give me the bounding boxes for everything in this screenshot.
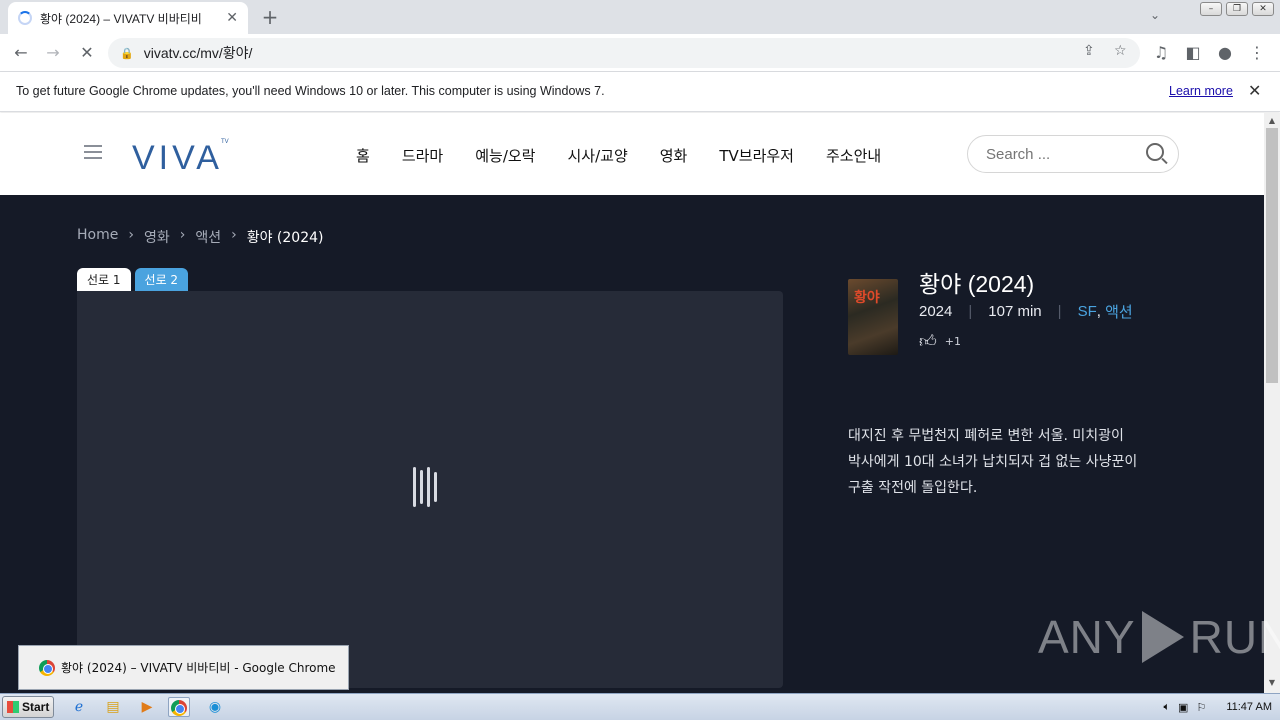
share-icon[interactable]: ⇪	[1083, 43, 1095, 59]
search-input[interactable]	[986, 145, 1136, 163]
network-icon[interactable]: ▣	[1178, 701, 1188, 714]
close-tab-icon[interactable]: ✕	[226, 10, 238, 26]
windows-taskbar: Start ℯ ▤ ▶ ◉ 🔈︎ ▣ ⚐ 11:47 AM	[0, 693, 1280, 720]
nav-item-current-affairs[interactable]: 시사/교양	[567, 145, 627, 166]
nav-item-home[interactable]: 홈	[356, 145, 370, 166]
lock-icon[interactable]: 🔒	[120, 47, 134, 60]
menu-dots-icon[interactable]: ⋮	[1246, 42, 1268, 64]
movie-meta: 2024 | 107 min | SF, 액션	[919, 301, 1133, 322]
start-button[interactable]: Start	[2, 696, 54, 718]
tab-search-chevron-icon[interactable]: ⌄	[1150, 8, 1160, 22]
loading-spinner-icon	[18, 11, 32, 25]
profile-avatar-icon[interactable]: ●	[1214, 42, 1236, 64]
breadcrumb-separator-icon: ›	[179, 227, 186, 243]
scrollbar-thumb[interactable]	[1266, 128, 1278, 383]
movie-poster: 황야	[848, 279, 898, 355]
source-tabs: 선로 1 선로 2	[77, 268, 189, 292]
tab-strip: 황야 (2024) – VIVATV 비바티비 ✕ + ⌄ – ❐ ✕	[0, 0, 1280, 34]
preview-title: 황야 (2024) – VIVATV 비바티비 - Google Chrome	[61, 661, 336, 675]
hamburger-menu-icon[interactable]	[84, 145, 102, 163]
bookmark-star-icon[interactable]: ☆	[1114, 43, 1127, 59]
like-count: +1	[944, 335, 961, 348]
meta-divider: |	[968, 303, 973, 320]
movie-year: 2024	[919, 303, 953, 320]
source-tab-1[interactable]: 선로 1	[77, 268, 131, 292]
genre-link-action[interactable]: 액션	[1105, 301, 1133, 322]
browser-tab[interactable]: 황야 (2024) – VIVATV 비바티비 ✕	[8, 2, 248, 34]
learn-more-link[interactable]: Learn more	[1169, 84, 1233, 98]
play-triangle-icon	[1141, 611, 1184, 663]
windows-logo-icon	[7, 701, 19, 713]
stop-loading-icon[interactable]: ✕	[76, 42, 98, 64]
anyrun-watermark: ANY RUN	[1038, 611, 1280, 663]
edge-icon[interactable]: ◉	[204, 697, 226, 717]
address-bar[interactable]: 🔒 vivatv.cc/mv/황야/ ⇪ ☆	[108, 38, 1140, 68]
scroll-up-arrow-icon[interactable]: ▲	[1266, 116, 1278, 128]
meta-divider: |	[1057, 303, 1062, 320]
movie-title: 황야 (2024)	[919, 271, 1035, 297]
scroll-down-arrow-icon[interactable]: ▼	[1266, 678, 1278, 690]
player-loading-icon	[413, 467, 437, 507]
ie-icon[interactable]: ℯ	[68, 697, 90, 717]
breadcrumb-home[interactable]: Home	[77, 227, 118, 247]
volume-icon[interactable]: 🔈︎	[1163, 701, 1170, 714]
nav-item-entertainment[interactable]: 예능/오락	[475, 145, 535, 166]
breadcrumb-separator-icon: ›	[231, 227, 237, 243]
chrome-taskbar-icon[interactable]	[168, 697, 190, 717]
movie-runtime: 107 min	[988, 303, 1042, 320]
forward-arrow-icon[interactable]: →	[42, 42, 64, 64]
chrome-icon	[39, 659, 55, 676]
window-controls: – ❐ ✕	[1200, 2, 1274, 16]
side-panel-icon[interactable]: ◧	[1182, 42, 1204, 64]
taskbar-window-preview[interactable]: 황야 (2024) – VIVATV 비바티비 - Google Chrome	[18, 645, 349, 690]
nav-item-movies[interactable]: 영화	[660, 145, 688, 166]
genre-link-sf[interactable]: SF	[1078, 303, 1097, 320]
url-text: vivatv.cc/mv/황야/	[143, 45, 253, 61]
minimize-button[interactable]: –	[1200, 2, 1222, 16]
source-tab-2[interactable]: 선로 2	[134, 268, 189, 292]
nav-item-drama[interactable]: 드라마	[402, 145, 443, 166]
browser-toolbar: ← → ✕ 🔒 vivatv.cc/mv/황야/ ⇪ ☆ ♫ ◧ ● ⋮	[0, 34, 1280, 72]
thumbs-up-icon: 👍︎	[919, 332, 937, 352]
system-tray: 🔈︎ ▣ ⚐ 11:47 AM	[1155, 696, 1280, 718]
site-search	[967, 135, 1179, 173]
breadcrumb-separator-icon: ›	[128, 227, 134, 243]
infobar-message: To get future Google Chrome updates, you…	[16, 84, 605, 98]
media-control-icon[interactable]: ♫	[1150, 42, 1172, 64]
back-arrow-icon[interactable]: ←	[10, 42, 32, 64]
maximize-button[interactable]: ❐	[1226, 2, 1248, 16]
close-window-button[interactable]: ✕	[1252, 2, 1274, 16]
breadcrumb-action[interactable]: 액션	[195, 227, 221, 247]
explorer-folder-icon[interactable]: ▤	[102, 697, 124, 717]
clock[interactable]: 11:47 AM	[1226, 701, 1272, 713]
like-button[interactable]: 👍︎ +1	[919, 331, 961, 352]
movie-description: 대지진 후 무법천지 폐허로 변한 서울. 미치광이 박사에게 10대 소녀가 …	[848, 428, 1138, 496]
site-logo[interactable]: VIVATV	[132, 139, 229, 178]
main-nav: 홈 드라마 예능/오락 시사/교양 영화 TV브라우저 주소안내	[356, 145, 913, 166]
poster-text: 황야	[854, 290, 880, 306]
breadcrumb-current: 황야 (2024)	[246, 230, 324, 246]
breadcrumb: Home › 영화 › 액션 › 황야 (2024)	[77, 227, 323, 247]
media-player-icon[interactable]: ▶	[136, 697, 158, 717]
tab-title: 황야 (2024) – VIVATV 비바티비	[40, 11, 202, 26]
search-icon[interactable]	[1146, 143, 1164, 161]
close-infobar-icon[interactable]: ✕	[1248, 81, 1261, 100]
action-center-flag-icon[interactable]: ⚐	[1196, 701, 1206, 714]
nav-item-address-info[interactable]: 주소안내	[826, 145, 881, 166]
genre-comma: ,	[1096, 303, 1106, 320]
chrome-icon	[171, 700, 187, 716]
breadcrumb-movies[interactable]: 영화	[144, 227, 170, 247]
new-tab-button[interactable]: +	[258, 6, 282, 30]
nav-item-tv-browser[interactable]: TV브라우저	[719, 145, 794, 166]
update-infobar: To get future Google Chrome updates, you…	[0, 72, 1280, 112]
main-content: Home › 영화 › 액션 › 황야 (2024) 선로 1 선로 2 황야 …	[0, 195, 1280, 693]
video-player[interactable]	[77, 291, 783, 688]
site-header: VIVATV 홈 드라마 예능/오락 시사/교양 영화 TV브라우저 주소안내	[0, 113, 1264, 195]
